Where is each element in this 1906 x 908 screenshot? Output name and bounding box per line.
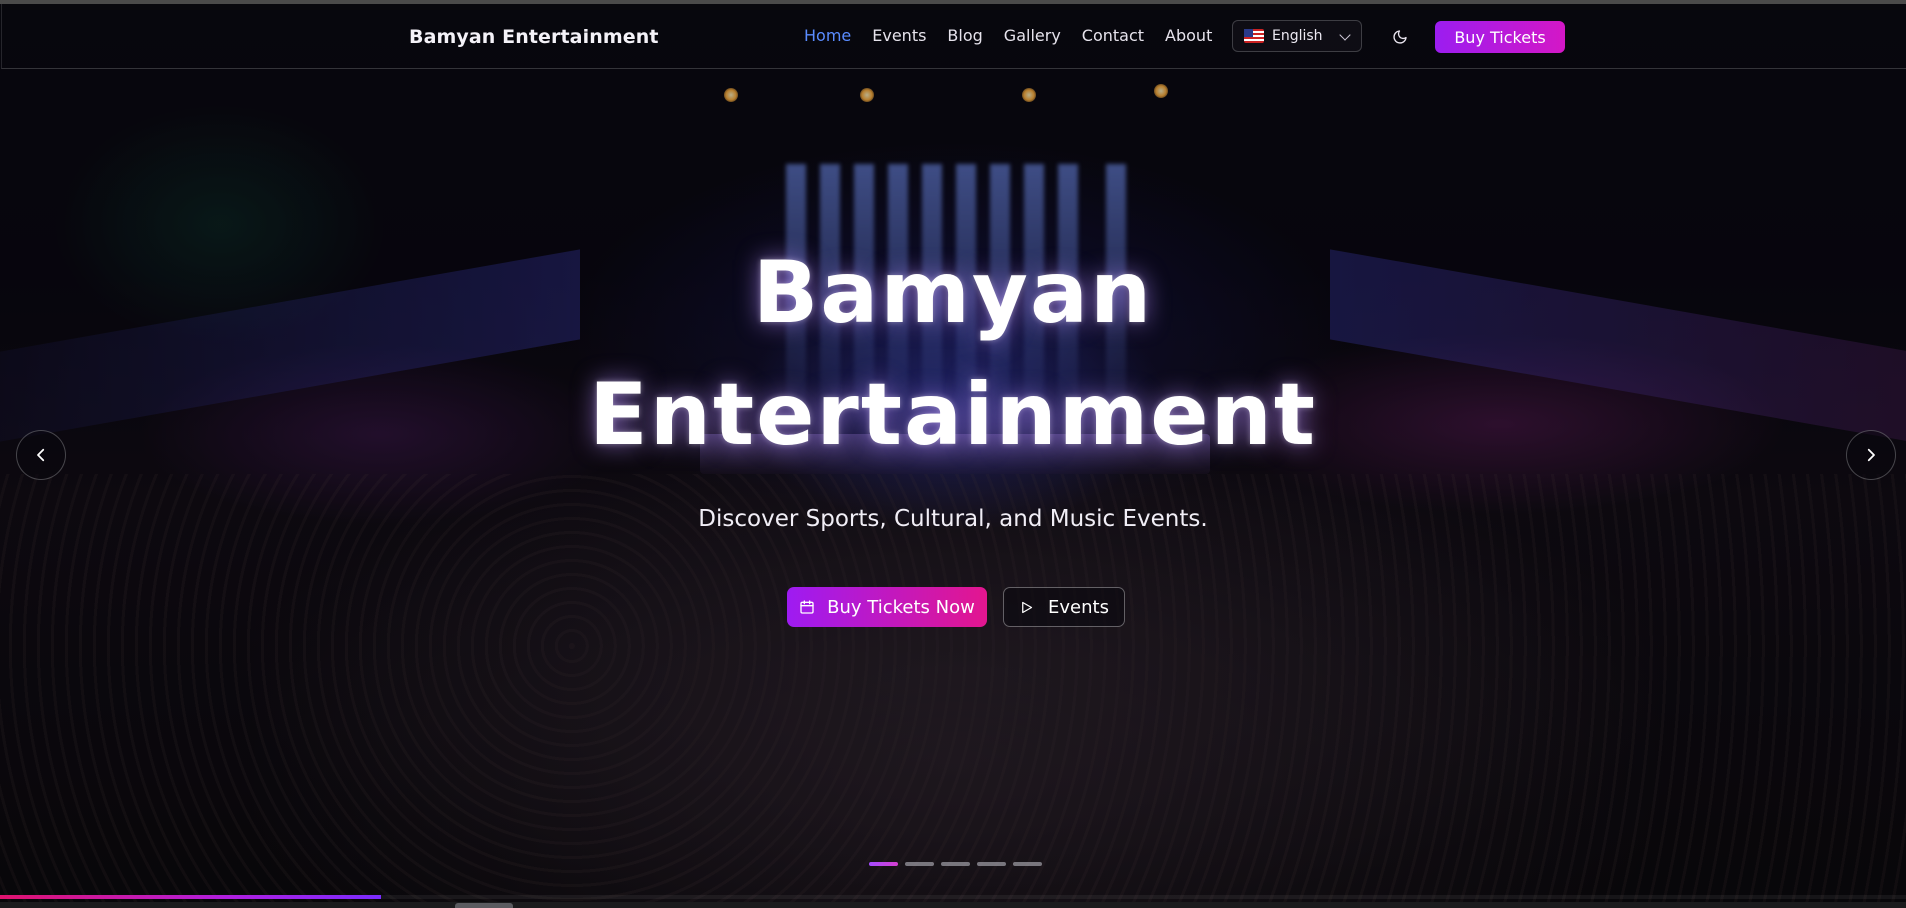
calendar-icon	[800, 600, 814, 614]
nav-link-contact[interactable]: Contact	[1082, 26, 1144, 45]
carousel-indicator-dot[interactable]	[1013, 862, 1042, 866]
hero-title-line-2: Entertainment	[589, 365, 1317, 465]
slide-progress-track	[0, 895, 1906, 899]
hero-title: Bamyan Entertainment	[0, 232, 1906, 476]
buy-tickets-button[interactable]: Buy Tickets	[1435, 21, 1565, 53]
nav-link-events[interactable]: Events	[872, 26, 926, 45]
language-select[interactable]: English	[1232, 20, 1362, 52]
navbar: Bamyan Entertainment Home Events Blog Ga…	[1, 4, 1906, 69]
buy-tickets-now-button[interactable]: Buy Tickets Now	[787, 587, 987, 627]
carousel-indicators	[869, 862, 1042, 866]
events-button[interactable]: Events	[1003, 587, 1125, 627]
browser-bottom-strip	[0, 902, 1906, 908]
page: Bamyan Entertainment Home Events Blog Ga…	[0, 0, 1906, 908]
language-select-value: English	[1272, 28, 1323, 44]
slide-progress-fill	[0, 895, 382, 899]
nav-links: Home Events Blog Gallery Contact About	[804, 26, 1233, 45]
carousel-indicator-dot[interactable]	[941, 862, 970, 866]
hero-subtitle: Discover Sports, Cultural, and Music Eve…	[698, 506, 1208, 532]
brand-logo-text[interactable]: Bamyan Entertainment	[409, 26, 659, 48]
buy-tickets-now-label: Buy Tickets Now	[827, 596, 975, 618]
moon-icon	[1393, 30, 1407, 44]
carousel-indicator-dot[interactable]	[905, 862, 934, 866]
nav-link-gallery[interactable]: Gallery	[1004, 26, 1061, 45]
events-button-label: Events	[1048, 596, 1109, 618]
nav-link-blog[interactable]: Blog	[947, 26, 982, 45]
theme-toggle-button[interactable]	[1385, 22, 1415, 52]
carousel-indicator-dot[interactable]	[869, 862, 898, 866]
us-flag-icon	[1244, 29, 1264, 43]
carousel-indicator-dot[interactable]	[977, 862, 1006, 866]
scrollbar-thumb[interactable]	[455, 903, 513, 908]
nav-link-about[interactable]: About	[1165, 26, 1212, 45]
chevron-down-icon	[1339, 29, 1351, 41]
hero-buttons: Buy Tickets Now Events	[787, 587, 1125, 627]
nav-link-home[interactable]: Home	[804, 26, 851, 45]
play-icon	[1022, 601, 1033, 613]
hero-title-line-1: Bamyan	[752, 243, 1154, 343]
